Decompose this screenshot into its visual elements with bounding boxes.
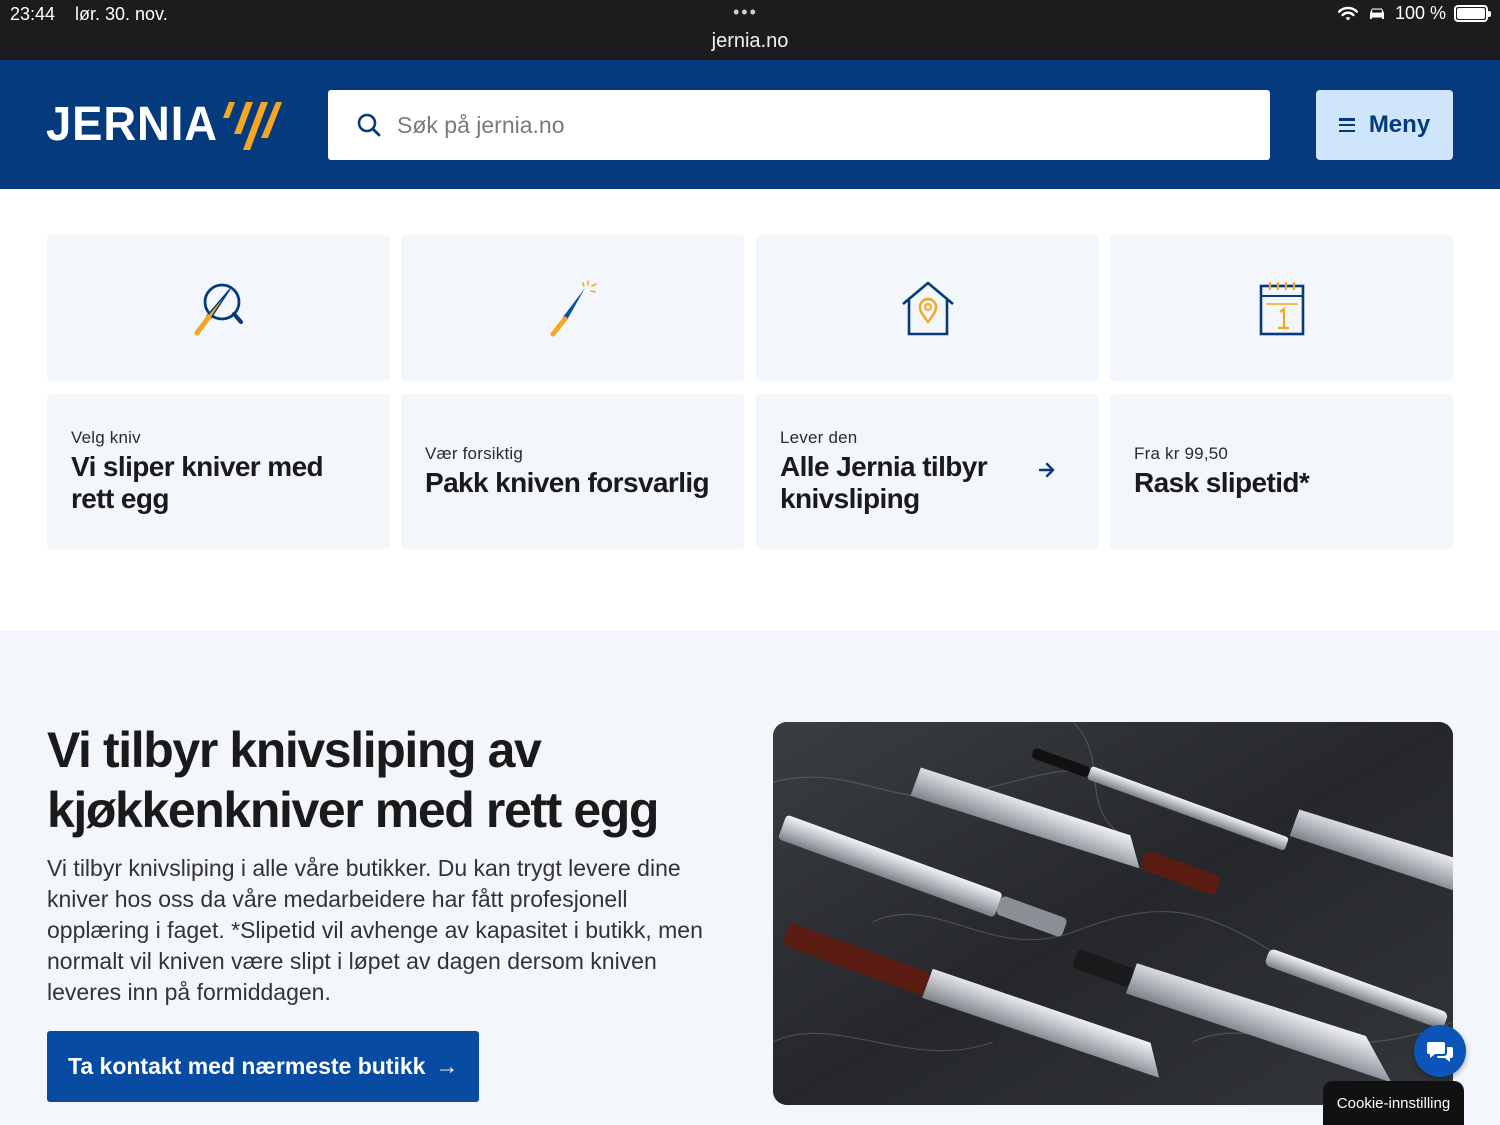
tile-deliver[interactable]: Lever den Alle Jernia tilbyr knivsliping xyxy=(756,394,1099,549)
battery-icon xyxy=(1454,5,1491,22)
wifi-icon xyxy=(1337,6,1358,20)
status-time: 23:44 xyxy=(10,4,56,24)
tile-kicker: Vær forsiktig xyxy=(425,444,524,463)
knife-sharpening-section: Vi tilbyr knivsliping av kjøkkenkniver m… xyxy=(0,631,1500,1125)
car-icon xyxy=(1369,8,1384,19)
battery-percent: 100 % xyxy=(1394,3,1446,23)
section-body: Vi tilbyr knivsliping i alle våre butikk… xyxy=(47,855,703,1005)
tile-title: Pakk kniven forsvarlig xyxy=(425,467,710,498)
menu-button[interactable]: Meny xyxy=(1316,90,1453,160)
store-location-icon xyxy=(901,281,954,336)
multitask-dots[interactable]: ••• xyxy=(733,2,758,23)
chat-button[interactable] xyxy=(1414,1025,1466,1077)
tile-title: Vi sliper kniver med rett egg xyxy=(71,451,324,514)
knives-illustration: GLOBAL xyxy=(773,722,1453,1105)
contact-store-button[interactable]: Ta kontakt med nærmeste butikk → xyxy=(47,1031,479,1102)
site-header: JERNIA Meny xyxy=(0,60,1500,189)
calendar-icon xyxy=(1259,282,1304,336)
jernia-logo[interactable]: JERNIA xyxy=(46,96,286,156)
tile-icon-pack-knife[interactable] xyxy=(401,235,744,381)
tile-icon-deliver[interactable] xyxy=(756,235,1099,381)
tile-kicker: Fra kr 99,50 xyxy=(1134,444,1229,463)
tile-title: Alle Jernia tilbyr knivsliping xyxy=(780,451,988,514)
status-date: lør. 30. nov. xyxy=(75,4,168,24)
search-icon xyxy=(357,113,381,137)
arrow-right-icon: → xyxy=(435,1053,459,1079)
cookie-settings-button[interactable]: Cookie-innstilling xyxy=(1323,1081,1464,1125)
tile-choose-knife[interactable]: Velg kniv Vi sliper kniver med rett egg xyxy=(47,394,390,549)
url-bar[interactable]: jernia.no xyxy=(0,30,1500,53)
hamburger-icon xyxy=(1338,118,1355,132)
cta-label: Ta kontakt med nærmeste butikk xyxy=(68,1053,426,1079)
tile-kicker: Lever den xyxy=(780,428,858,447)
tile-pack-knife[interactable]: Vær forsiktig Pakk kniven forsvarlig xyxy=(401,394,744,549)
logo-text: JERNIA xyxy=(46,98,218,151)
arrow-right-icon[interactable] xyxy=(1037,460,1057,480)
status-bar: 23:44 lør. 30. nov. ••• jernia.no 100 % xyxy=(0,0,1500,60)
status-indicators: 100 % xyxy=(1337,3,1491,24)
tile-fast[interactable]: Fra kr 99,50 Rask slipetid* xyxy=(1110,394,1453,549)
tile-kicker: Velg kniv xyxy=(71,428,141,447)
knife-magnifier-icon xyxy=(194,283,243,336)
tile-icon-fast[interactable] xyxy=(1110,235,1453,381)
section-heading: Vi tilbyr knivsliping av kjøkkenkniver m… xyxy=(47,722,659,838)
chat-icon xyxy=(1427,1042,1453,1062)
search-box[interactable] xyxy=(328,90,1270,160)
sharp-knife-icon xyxy=(550,280,597,337)
tile-title: Rask slipetid* xyxy=(1134,467,1310,498)
knives-photo: GLOBAL xyxy=(773,722,1453,1105)
tile-icon-choose-knife[interactable] xyxy=(47,235,390,381)
menu-label: Meny xyxy=(1368,111,1431,138)
search-input[interactable] xyxy=(397,111,1197,139)
